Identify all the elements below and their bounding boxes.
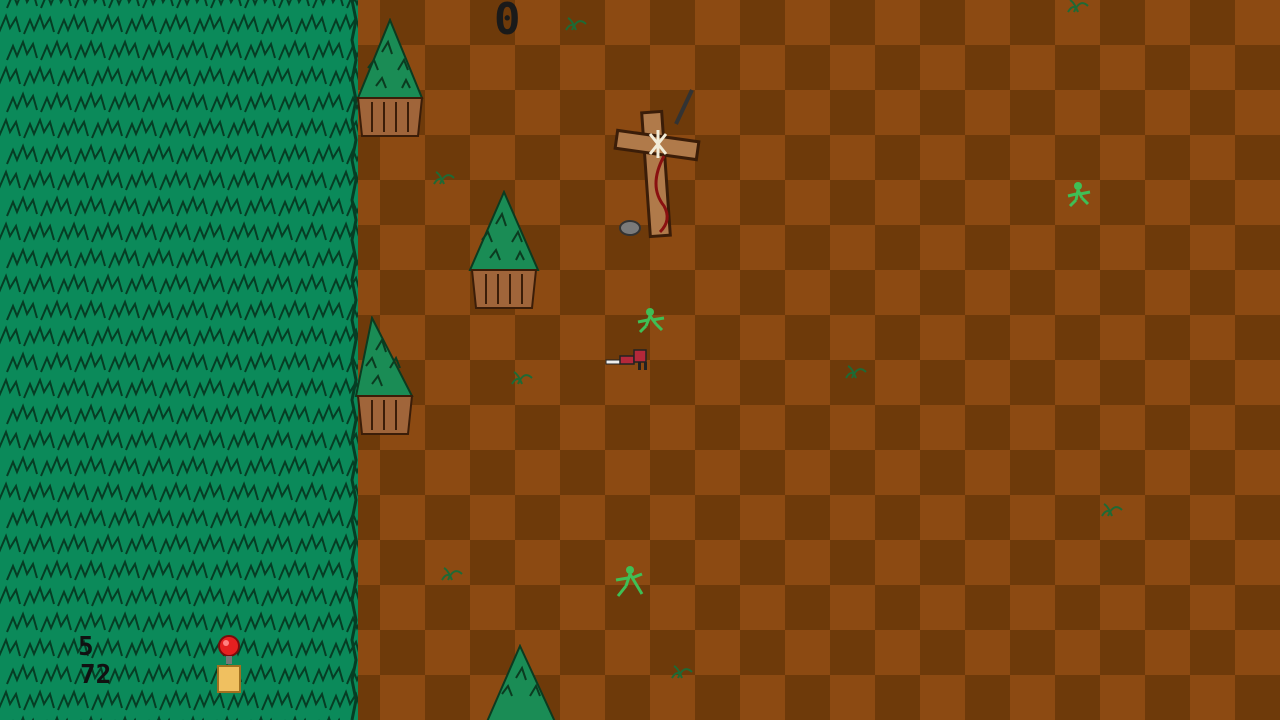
tree-sprite <box>468 190 540 309</box>
goblin-enemy <box>615 566 644 597</box>
tree-sprite <box>356 18 424 137</box>
tree-sprite <box>354 316 414 435</box>
goblin-enemy <box>637 308 665 334</box>
game-viewport[interactable]: 0 5 72 <box>0 0 1280 720</box>
health-potion-icon[interactable] <box>214 634 246 698</box>
hud-stat-bottom: 72 <box>80 660 112 690</box>
score-counter: 0 <box>494 0 523 45</box>
tree-sprite <box>486 644 556 720</box>
hud-stat-top: 5 <box>78 632 94 662</box>
player-character <box>605 349 647 370</box>
goblin-enemy <box>1067 182 1091 208</box>
wooden-cross-grave <box>613 89 701 239</box>
